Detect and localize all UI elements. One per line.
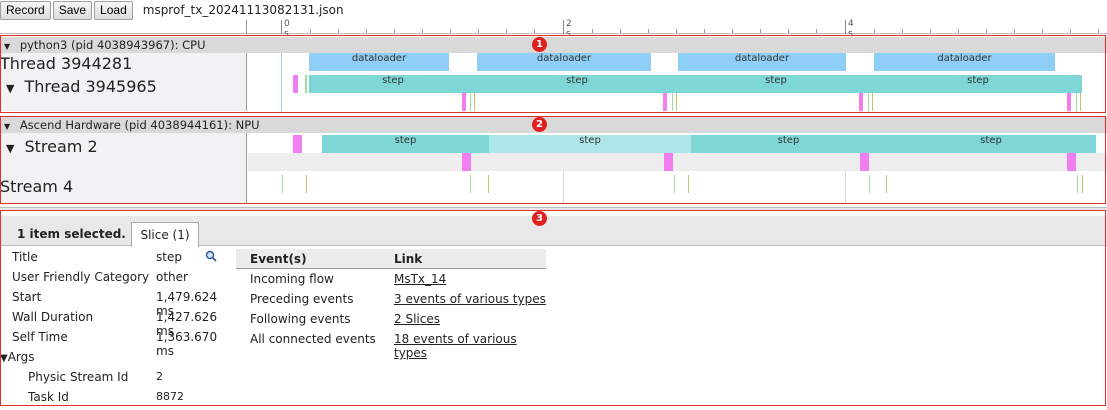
thread-track-3944281: Thread 3944281 dataloader dataloader dat… [0, 53, 1107, 73]
step-slice-label[interactable]: step [678, 75, 874, 93]
prop-key: Self Time [12, 330, 68, 344]
table-row: Following events 2 Slices [236, 309, 546, 329]
thread-track-area[interactable]: dataloader dataloader dataloader dataloa… [248, 53, 1107, 73]
prop-key: Start [12, 290, 42, 304]
event-name: Incoming flow [250, 272, 334, 286]
prop-stream-value: 2 [156, 370, 163, 383]
prop-key: Title [12, 250, 38, 264]
ruler-tick: 2 s [563, 19, 572, 39]
table-row: Incoming flow MsTx_14 [236, 269, 546, 289]
table-row: All connected events 18 events of various… [236, 329, 546, 360]
prop-task-value: 8872 [156, 390, 184, 403]
step-slice[interactable]: step [322, 135, 489, 153]
table-row: Preceding events 3 events of various type… [236, 289, 546, 309]
step-slice[interactable]: step [691, 135, 886, 153]
step-slice-label[interactable]: step [477, 75, 677, 93]
events-table: Event(s) Link Incoming flow MsTx_14 Prece… [236, 249, 546, 360]
panel-resize-handle[interactable] [0, 207, 1107, 211]
event-link[interactable]: 2 Slices [394, 312, 440, 326]
ruler-gutter [0, 20, 247, 34]
column-header-events: Event(s) [250, 252, 307, 266]
thread-track-area[interactable]: step step step step [248, 73, 1107, 111]
process-title: Ascend Hardware (pid 4038944161): NPU [19, 118, 260, 132]
trace-filename: msprof_tx_20241113082131.json [142, 3, 344, 17]
stream-label: Stream 4 [0, 171, 247, 203]
prop-title-value: step [156, 250, 182, 264]
event-link[interactable]: MsTx_14 [394, 272, 446, 286]
load-button[interactable]: Load [94, 0, 133, 20]
save-button[interactable]: Save [52, 0, 93, 20]
thread-label: Thread 3944281 [0, 53, 247, 73]
process-header-npu[interactable]: ▼ Ascend Hardware (pid 4038944161): NPU [0, 117, 1107, 133]
tab-slice[interactable]: Slice (1) [131, 222, 199, 247]
prop-key: User Friendly Category [12, 270, 150, 284]
step-slice[interactable]: step [489, 135, 691, 153]
prop-key: Wall Duration [12, 310, 94, 324]
dataloader-slice[interactable]: dataloader [309, 53, 449, 71]
column-header-link: Link [394, 252, 423, 266]
process-header-cpu[interactable]: ▼ python3 (pid 4038943967): CPU [0, 37, 1107, 53]
annotation-badge-1: 1 [532, 37, 547, 52]
expand-triangle-icon[interactable]: ▼ [6, 142, 14, 155]
dataloader-slice[interactable]: dataloader [874, 53, 1055, 71]
event-link[interactable]: 18 events of various types [394, 332, 517, 360]
events-table-header: Event(s) Link [236, 249, 546, 269]
prop-key: Task Id [28, 390, 69, 404]
event-link[interactable]: 3 events of various types [394, 292, 546, 306]
event-name: All connected events [250, 332, 376, 346]
process-title: python3 (pid 4038943967): CPU [19, 38, 206, 52]
annotation-badge-2: 2 [532, 117, 547, 132]
expand-triangle-icon[interactable]: ▼ [0, 353, 8, 364]
dataloader-slice[interactable]: dataloader [678, 53, 846, 71]
prop-category-value: other [156, 270, 188, 284]
selection-count: 1 item selected. [17, 227, 126, 241]
ruler-tick: 0 s [281, 19, 290, 39]
record-button[interactable]: Record [0, 0, 51, 20]
prop-key: Physic Stream Id [28, 370, 129, 384]
annotation-badge-3: 3 [532, 211, 547, 226]
slice-properties: Title step User Friendly Category other St… [0, 250, 235, 410]
ruler-tick: 4 s [845, 19, 854, 39]
event-name: Following events [250, 312, 351, 326]
step-slice-label[interactable]: step [874, 75, 1082, 93]
timeline-ruler[interactable]: 0 s 2 s 4 s [0, 19, 1107, 39]
step-slice[interactable]: step [886, 135, 1096, 153]
search-icon[interactable] [205, 250, 217, 262]
thread-track-3945965: ▼ Thread 3945965 step step step step [0, 73, 1107, 111]
stream-track-area[interactable]: step step step step [248, 133, 1107, 171]
stream-label: ▼ Stream 2 [0, 133, 247, 171]
stream-track-area[interactable] [248, 171, 1107, 203]
event-name: Preceding events [250, 292, 354, 306]
toolbar: Record Save Load msprof_tx_2024111308213… [0, 0, 1107, 20]
stream-track-4: Stream 4 [0, 171, 1107, 203]
expand-triangle-icon[interactable]: ▼ [6, 82, 14, 95]
analysis-tab-bar: 1 item selected. Slice (1) [0, 216, 1107, 247]
stream-track-2: ▼ Stream 2 step step step step [0, 133, 1107, 171]
thread-label: ▼ Thread 3945965 [0, 73, 247, 111]
step-slice-label[interactable]: step [309, 75, 477, 93]
dataloader-slice[interactable]: dataloader [477, 53, 651, 71]
args-toggle[interactable]: ▼Args [0, 350, 35, 364]
